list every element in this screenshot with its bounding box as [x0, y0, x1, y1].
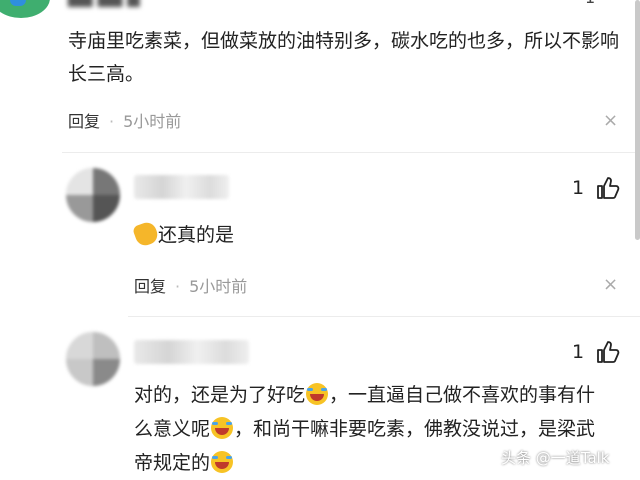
- reply-2-avatar[interactable]: [66, 332, 120, 386]
- top-comment-avatar[interactable]: [0, 0, 50, 18]
- meta-separator: ·: [109, 112, 115, 131]
- thumbs-up-icon[interactable]: [595, 175, 621, 201]
- laughing-tears-emoji-icon: [306, 383, 329, 405]
- divider: [128, 316, 640, 317]
- reply-2-like-count: 1: [572, 341, 585, 363]
- top-comment-body: 寺庙里吃素菜，但做菜放的油特别多，碳水吃的也多，所以不影响长三高。: [68, 30, 620, 85]
- divider: [62, 152, 640, 153]
- reply-button[interactable]: 回复: [134, 277, 166, 296]
- scrollbar[interactable]: [635, 0, 640, 240]
- reply-button[interactable]: 回复: [68, 112, 100, 131]
- reply-1-username-blurred[interactable]: [134, 175, 229, 199]
- laughing-tears-emoji-icon: [211, 451, 234, 473]
- close-icon[interactable]: ×: [603, 274, 618, 295]
- comment-time: 5小时前: [189, 277, 248, 296]
- reply-1-body: 还真的是: [131, 218, 235, 252]
- watermark: 头条 @一道Talk: [501, 449, 610, 467]
- reply-2-username-blurred[interactable]: [134, 340, 249, 364]
- top-comment-username-blurred[interactable]: ██ ██ █: [68, 0, 140, 7]
- close-icon[interactable]: ×: [603, 110, 618, 131]
- reply-1-avatar[interactable]: [66, 168, 120, 222]
- meta-separator: ·: [175, 277, 181, 296]
- reply-2-text-part-1: 对的，还是为了好吃: [134, 384, 306, 406]
- reply-1-text: 还真的是: [158, 224, 235, 246]
- top-comment-like-count: 1: [585, 0, 595, 7]
- thumbs-up-icon[interactable]: [595, 339, 621, 365]
- reply-1-meta: 回复 · 5小时前: [134, 273, 247, 297]
- laughing-tears-emoji-icon: [211, 417, 234, 439]
- comment-time: 5小时前: [123, 112, 182, 131]
- clapping-hands-emoji-icon: [131, 219, 161, 249]
- top-comment-meta: 回复 · 5小时前: [68, 108, 181, 132]
- reply-1-like-count: 1: [572, 177, 585, 199]
